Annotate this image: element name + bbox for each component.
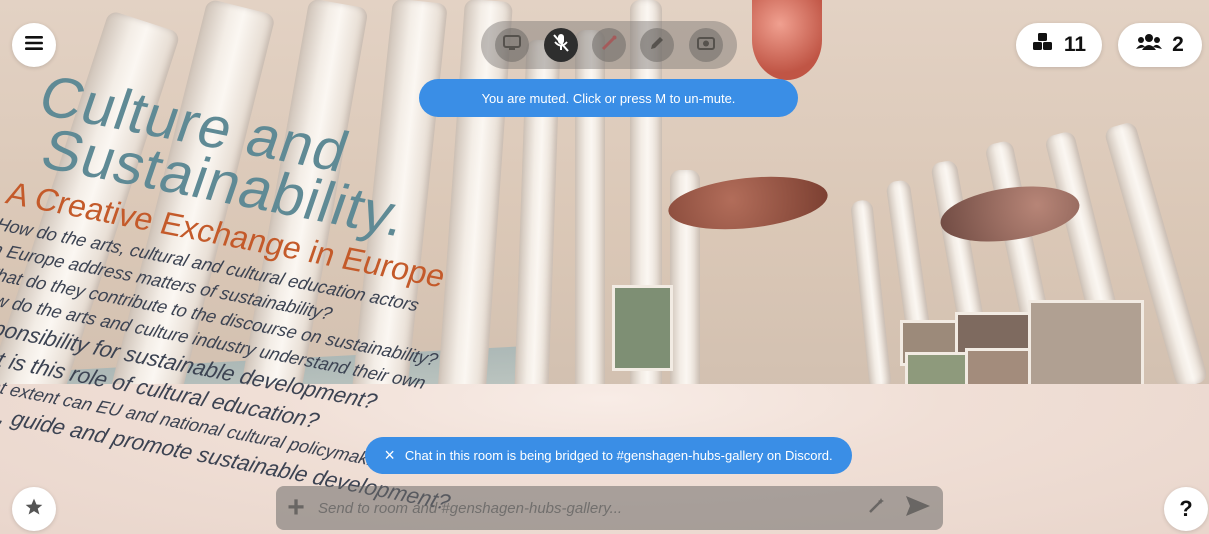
objects-icon <box>1032 32 1054 58</box>
emoji-button[interactable] <box>859 497 893 520</box>
gallery-photo <box>1028 300 1144 388</box>
screen-share-button[interactable] <box>495 28 530 62</box>
media-toolbar <box>481 21 737 69</box>
objects-count: 11 <box>1063 33 1087 56</box>
column <box>850 199 892 391</box>
mute-notice[interactable]: You are muted. Click or press M to un-mu… <box>419 79 798 117</box>
camera-icon <box>696 35 715 56</box>
favorite-button[interactable] <box>12 487 56 531</box>
add-attachment-button[interactable]: + <box>276 491 316 525</box>
send-icon <box>905 495 931 522</box>
bridge-notice-text: Chat in this room is being bridged to #g… <box>404 448 833 463</box>
people-icon <box>1136 33 1163 57</box>
pencil-button[interactable] <box>640 28 675 62</box>
bridge-notice[interactable]: × Chat in this room is being bridged to … <box>365 437 852 474</box>
pen-icon <box>600 34 618 57</box>
star-icon <box>24 497 44 522</box>
help-button[interactable]: ? <box>1164 487 1208 531</box>
camera-button[interactable] <box>688 28 723 62</box>
objects-count-button[interactable]: 11 <box>1016 23 1102 67</box>
magic-wand-icon <box>867 497 885 520</box>
send-button[interactable] <box>893 495 943 522</box>
sculpture-blob <box>752 0 822 80</box>
help-label: ? <box>1179 496 1193 521</box>
people-count: 2 <box>1172 33 1184 56</box>
pen-button[interactable] <box>591 28 626 62</box>
screen-share-icon <box>503 34 522 56</box>
menu-button[interactable] <box>12 23 56 67</box>
chat-bar: + <box>276 486 943 530</box>
mute-notice-text: You are muted. Click or press M to un-mu… <box>481 90 736 106</box>
mute-button[interactable] <box>543 28 578 62</box>
chat-input[interactable] <box>316 498 859 518</box>
people-count-button[interactable]: 2 <box>1118 23 1202 67</box>
hamburger-icon <box>25 35 43 56</box>
pencil-icon <box>648 34 666 57</box>
microphone-muted-icon <box>552 33 570 58</box>
close-icon[interactable]: × <box>384 445 395 466</box>
gallery-photo <box>612 285 673 371</box>
